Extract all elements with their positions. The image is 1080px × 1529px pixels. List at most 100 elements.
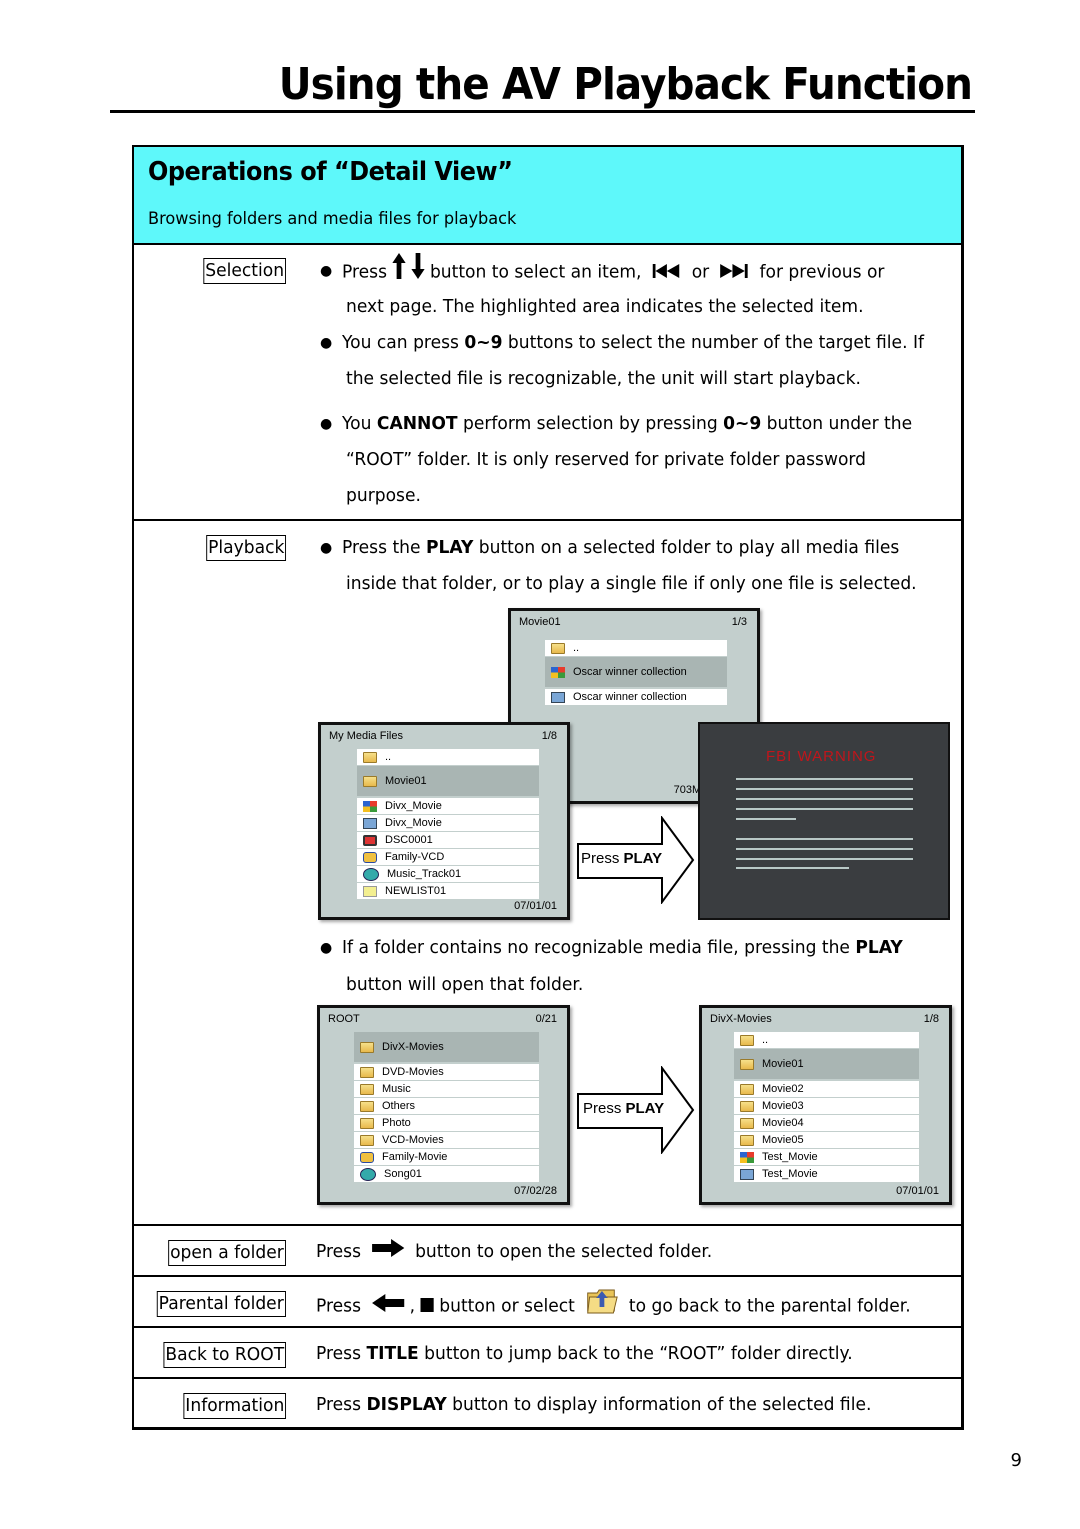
file-list-item[interactable]: Movie04	[734, 1115, 919, 1131]
folder-icon	[360, 1066, 374, 1078]
text-bold: PLAY	[425, 537, 474, 558]
parent-folder-icon	[740, 1034, 754, 1046]
parental-folder-text: Press , button or select to go back to t…	[316, 1285, 911, 1328]
file-list-item[interactable]: Test_Movie	[734, 1149, 919, 1165]
label-parental-folder: Parental folder	[157, 1291, 286, 1317]
file-name: DivX-Movies	[382, 1041, 444, 1053]
file-name: Divx_Movie	[385, 817, 442, 829]
text-bold: PLAY	[625, 1100, 665, 1117]
screen-footer: 07/01/01	[896, 1185, 939, 1197]
file-name: ..	[762, 1034, 769, 1046]
file-list-item[interactable]: Music_Track01	[357, 866, 539, 882]
file-list-item[interactable]: Divx_Movie	[357, 798, 539, 814]
file-list-item[interactable]: Others	[354, 1098, 539, 1114]
file-list-item[interactable]: Song01	[354, 1166, 539, 1182]
text: You can press	[342, 332, 465, 353]
text-line	[736, 858, 913, 860]
file-list-item[interactable]: ..	[357, 749, 539, 765]
file-list-item[interactable]: DivX-Movies	[354, 1032, 539, 1062]
file-name: Divx_Movie	[385, 800, 442, 812]
file-list: .. Oscar winner collection Oscar winner co…	[545, 640, 727, 706]
file-list-item[interactable]: Divx_Movie	[357, 815, 539, 831]
playback-bullet-1: Press the PLAY button on a selected fold…	[342, 530, 899, 566]
file-list-item[interactable]: Movie02	[734, 1081, 919, 1097]
file-list-item[interactable]: NEWLIST01	[357, 883, 539, 899]
selection-bullet-3: You CANNOT perform selection by pressing…	[342, 406, 912, 442]
file-list-item[interactable]: Test_Movie	[734, 1166, 919, 1182]
text-bold: CANNOT	[376, 413, 458, 434]
file-list-item[interactable]: Photo	[354, 1115, 539, 1131]
label-playback: Playback	[205, 535, 286, 561]
text: Press	[316, 1394, 367, 1415]
file-list-item[interactable]: ..	[734, 1032, 919, 1048]
selection-bullet-2: You can press 0~9 buttons to select the …	[342, 325, 924, 361]
down-arrow-icon	[411, 253, 425, 292]
bullet: ●	[320, 263, 333, 279]
selection-bullet-3-line2: “ROOT” folder. It is only reserved for p…	[346, 449, 866, 470]
previous-icon	[652, 255, 681, 291]
folder-icon	[360, 1117, 374, 1129]
file-name: Movie02	[762, 1083, 804, 1095]
screen-title: My Media Files	[329, 730, 403, 742]
file-list-item[interactable]: Oscar winner collection	[545, 657, 727, 687]
text-or: or	[691, 261, 710, 283]
file-name: VCD-Movies	[382, 1134, 444, 1146]
file-list-item[interactable]: Oscar winner collection	[545, 689, 727, 705]
vcd-icon	[363, 851, 377, 863]
screen-page-count: 1/8	[541, 730, 557, 742]
divider	[134, 1377, 961, 1379]
label-back-to-root: Back to ROOT	[163, 1342, 286, 1368]
file-name: Others	[382, 1100, 416, 1112]
text-bold: TITLE	[366, 1343, 419, 1364]
file-name: Oscar winner collection	[573, 666, 687, 678]
text-press: Press	[316, 1241, 362, 1262]
text-line	[736, 818, 796, 820]
text-line	[736, 808, 913, 810]
file-name: Movie01	[762, 1058, 804, 1070]
text: button on a selected folder to play all …	[473, 537, 900, 558]
text-bold: DISPLAY	[366, 1394, 447, 1415]
text: Press	[581, 850, 620, 867]
text: buttons to select the number of the targ…	[502, 332, 925, 353]
section-subheading: Browsing folders and media files for pla…	[148, 209, 517, 229]
text-line	[736, 867, 849, 869]
text-line	[736, 798, 913, 800]
file-list-item[interactable]: DVD-Movies	[354, 1064, 539, 1080]
folder-icon	[363, 775, 377, 787]
file-list-item[interactable]: Music	[354, 1081, 539, 1097]
file-list-item[interactable]: ..	[545, 640, 727, 656]
file-list: DivX-Movies DVD-Movies Music Others Photo VCD…	[354, 1032, 539, 1183]
file-name: Test_Movie	[762, 1168, 818, 1180]
text-bold: PLAY	[623, 850, 663, 867]
folder-icon	[360, 1083, 374, 1095]
screen-title: ROOT	[328, 1013, 360, 1025]
right-arrow-icon	[371, 1234, 405, 1270]
file-list-item[interactable]: Family-Movie	[354, 1149, 539, 1165]
file-list-item[interactable]: VCD-Movies	[354, 1132, 539, 1148]
file-name: Movie01	[385, 775, 427, 787]
file-name: DVD-Movies	[382, 1066, 444, 1078]
information-text: Press DISPLAY button to display informat…	[316, 1387, 871, 1423]
file-list-item[interactable]: Movie01	[357, 766, 539, 796]
divider	[134, 1326, 961, 1328]
screen-root: ROOT 0/21 DivX-Movies DVD-Movies Music Othe…	[317, 1005, 570, 1205]
text: button to open the selected folder.	[415, 1241, 713, 1262]
file-name: Movie03	[762, 1100, 804, 1112]
folder-icon	[740, 1058, 754, 1070]
file-list-item[interactable]: Movie03	[734, 1098, 919, 1114]
file-name: Song01	[384, 1168, 422, 1180]
file-name: DSC0001	[385, 834, 433, 846]
bullet: ●	[320, 540, 333, 556]
parent-folder-icon	[551, 642, 565, 654]
file-list-item[interactable]: Movie05	[734, 1132, 919, 1148]
file-list-item[interactable]: Movie01	[734, 1049, 919, 1079]
file-list-item[interactable]: Family-VCD	[357, 849, 539, 865]
press-play-label: Press PLAY	[583, 1100, 664, 1117]
text-press: Press	[316, 1295, 362, 1317]
text-press: Press	[342, 261, 388, 283]
file-name: Family-Movie	[382, 1151, 448, 1163]
file-list: .. Movie01 Movie02 Movie03 Movie04 Movie05 Tes…	[734, 1032, 919, 1183]
file-list-item[interactable]: DSC0001	[357, 832, 539, 848]
text: to go back to the parental folder.	[628, 1295, 911, 1317]
text: If a folder contains no recognizable med…	[342, 937, 856, 958]
